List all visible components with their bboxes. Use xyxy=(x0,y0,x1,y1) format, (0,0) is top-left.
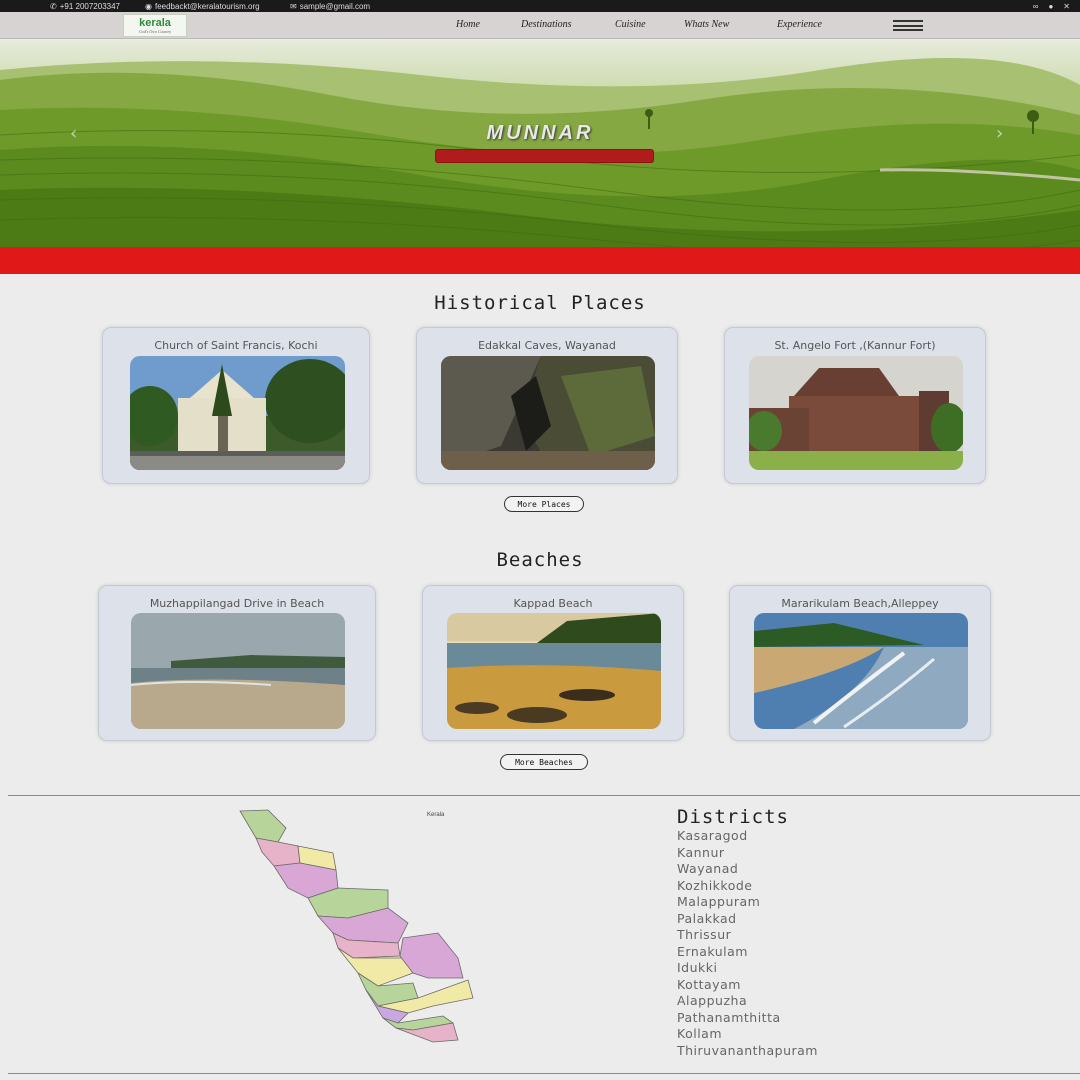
district-list: Kasaragod Kannur Wayanad Kozhikkode Mala… xyxy=(677,828,818,1059)
feedback-contact[interactable]: ◉ feedbackt@keralatourism.org xyxy=(145,0,260,12)
district-item[interactable]: Kannur xyxy=(677,845,818,862)
x-icon[interactable]: ✕ xyxy=(1063,2,1070,11)
district-item[interactable]: Wayanad xyxy=(677,861,818,878)
kappad-beach-photo xyxy=(447,613,661,729)
infinity-icon[interactable]: ∞ xyxy=(1033,2,1039,11)
nav-experience[interactable]: Experience xyxy=(777,19,822,30)
chevron-left-icon[interactable]: ‹ xyxy=(70,123,77,144)
phone-contact[interactable]: ✆ +91 2007203347 xyxy=(50,0,120,12)
more-beaches-button[interactable]: More Beaches xyxy=(500,754,588,770)
social-links: ∞ ● ✕ xyxy=(1033,0,1070,12)
globe-icon: ◉ xyxy=(145,1,152,11)
chevron-right-icon[interactable]: › xyxy=(996,123,1003,144)
historical-card-fort[interactable]: St. Angelo Fort ,(Kannur Fort) xyxy=(724,327,986,484)
kerala-logo[interactable]: kerala God's Own Country xyxy=(123,14,187,37)
sample-contact[interactable]: ✉ sample@gmail.com xyxy=(290,0,370,12)
nav-cuisine[interactable]: Cuisine xyxy=(615,19,646,30)
district-item[interactable]: Pathanamthitta xyxy=(677,1010,818,1027)
nav-destinations[interactable]: Destinations xyxy=(521,19,572,30)
district-item[interactable]: Alappuzha xyxy=(677,993,818,1010)
card-title: Mararikulam Beach,Alleppey xyxy=(781,597,939,610)
facebook-icon[interactable]: ● xyxy=(1048,2,1053,11)
historical-card-church[interactable]: Church of Saint Francis, Kochi xyxy=(102,327,370,484)
hero-cta-button[interactable] xyxy=(435,149,654,163)
kerala-district-map[interactable] xyxy=(238,808,478,1043)
historical-section-title: Historical Places xyxy=(434,292,646,314)
angelo-fort-photo xyxy=(749,356,963,470)
districts-title: Districts xyxy=(677,806,789,828)
beach-card-muzhappilangad[interactable]: Muzhappilangad Drive in Beach xyxy=(98,585,376,741)
beach-card-mararikulam[interactable]: Mararikulam Beach,Alleppey xyxy=(729,585,991,741)
nav-whats-new[interactable]: Whats New xyxy=(684,19,729,30)
feedback-email: feedbackt@keralatourism.org xyxy=(154,1,260,11)
mail-icon: ✉ xyxy=(290,1,297,11)
card-title: Muzhappilangad Drive in Beach xyxy=(149,597,325,610)
district-item[interactable]: Ernakulam xyxy=(677,944,818,961)
sample-email: sample@gmail.com xyxy=(299,1,371,11)
beaches-section-title: Beaches xyxy=(496,549,584,571)
district-item[interactable]: Kollam xyxy=(677,1026,818,1043)
logo-wordmark: kerala xyxy=(139,16,171,29)
district-item[interactable]: Kasaragod xyxy=(677,828,818,845)
district-item[interactable]: Kozhikkode xyxy=(677,878,818,895)
footer-divider xyxy=(8,1073,1080,1074)
section-divider xyxy=(8,795,1080,796)
card-title: St. Angelo Fort ,(Kannur Fort) xyxy=(774,339,936,352)
card-title: Kappad Beach xyxy=(513,597,593,610)
church-photo xyxy=(130,356,345,470)
district-item[interactable]: Thrissur xyxy=(677,927,818,944)
district-item[interactable]: Idukki xyxy=(677,960,818,977)
hero-slider: ‹ › MUNNAR xyxy=(0,40,1080,247)
district-item[interactable]: Kottayam xyxy=(677,977,818,994)
beach-card-kappad[interactable]: Kappad Beach xyxy=(422,585,684,741)
historical-card-edakkal[interactable]: Edakkal Caves, Wayanad xyxy=(416,327,678,484)
main-navbar: kerala God's Own Country Home Destinatio… xyxy=(0,12,1080,39)
menu-icon[interactable] xyxy=(893,20,923,31)
card-title: Edakkal Caves, Wayanad xyxy=(478,339,616,352)
district-item[interactable]: Malappuram xyxy=(677,894,818,911)
edakkal-caves-photo xyxy=(441,356,655,470)
district-item[interactable]: Palakkad xyxy=(677,911,818,928)
mararikulam-beach-photo xyxy=(754,613,968,729)
nav-home[interactable]: Home xyxy=(456,19,480,30)
logo-tagline: God's Own Country xyxy=(139,28,171,34)
hero-title: MUNNAR xyxy=(486,122,594,144)
contact-bar: ✆ +91 2007203347 ◉ feedbackt@keralatouri… xyxy=(0,0,1080,12)
muzhappilangad-photo xyxy=(131,613,345,729)
phone-icon: ✆ xyxy=(50,1,57,11)
district-item[interactable]: Thiruvananthapuram xyxy=(677,1043,818,1060)
card-title: Church of Saint Francis, Kochi xyxy=(154,339,318,352)
red-banner xyxy=(0,247,1080,274)
phone-number: +91 2007203347 xyxy=(59,1,120,11)
more-places-button[interactable]: More Places xyxy=(504,496,584,512)
